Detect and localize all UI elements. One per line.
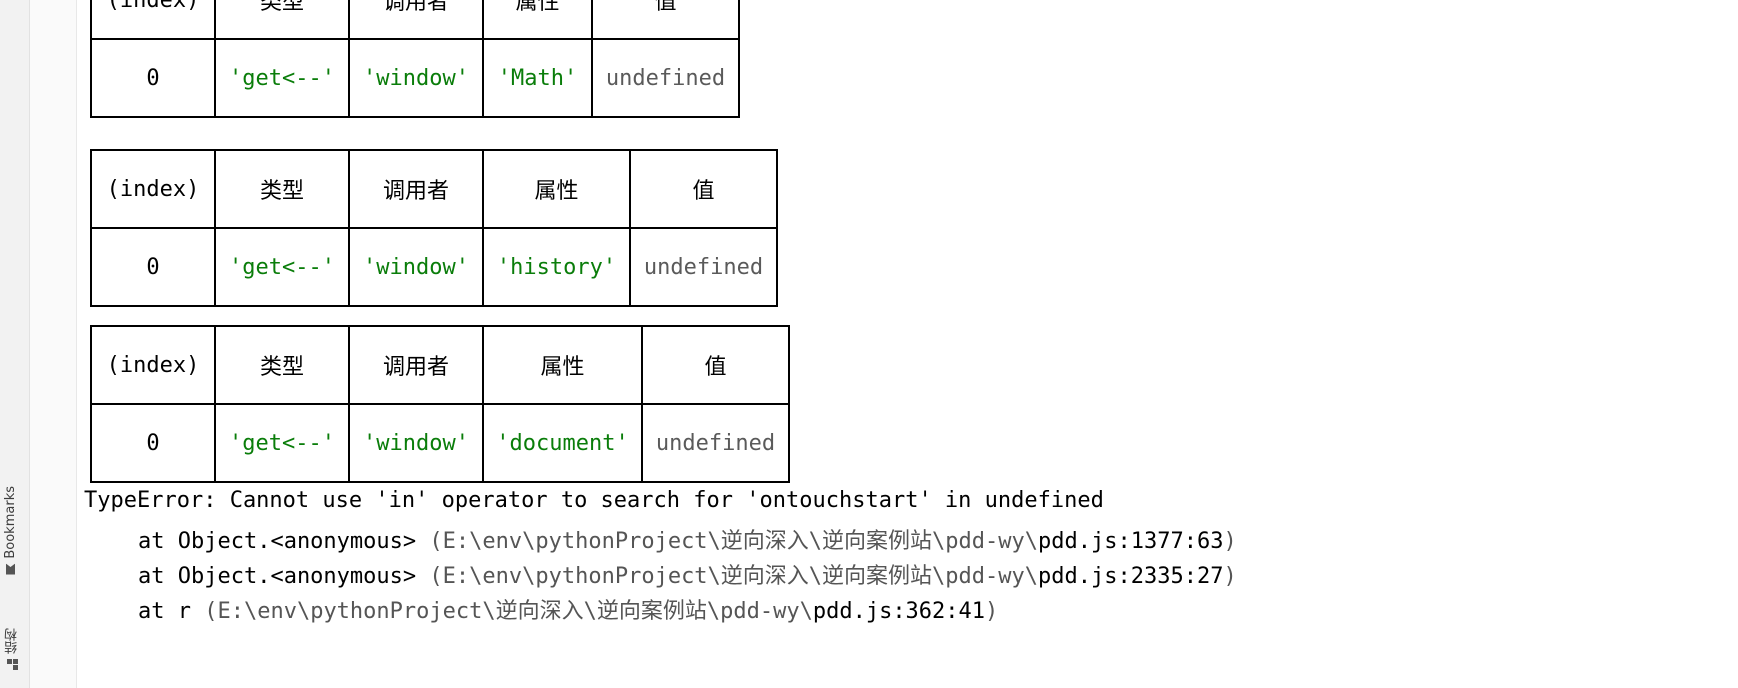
- stack-frame-path: (E:\env\pythonProject\逆向深入\逆向案例站\pdd-wy\: [429, 529, 1039, 554]
- console-table-2: (index) 类型 调用者 属性 值 0 'get<--' 'window' …: [90, 149, 778, 307]
- stack-frame-name: at r: [138, 599, 205, 624]
- table-row: 0 'get<--' 'window' 'Math' undefined: [90, 39, 740, 118]
- type-cell: 'get<--': [214, 404, 350, 483]
- structure-tab[interactable]: 结构: [3, 628, 22, 670]
- header-cell: (index): [90, 0, 216, 40]
- editor-gutter: [30, 0, 77, 688]
- value-cell: undefined: [641, 404, 790, 483]
- bookmark-icon: [6, 564, 15, 575]
- stack-trace-line: at Object.<anonymous> (E:\env\pythonProj…: [138, 523, 1237, 555]
- header-cell: 类型: [214, 0, 350, 40]
- stack-frame-close: ): [1223, 529, 1237, 554]
- stack-frame-close: ): [985, 599, 999, 624]
- bookmarks-tab[interactable]: Bookmarks: [3, 486, 18, 575]
- console-output: (index) 类型 调用者 属性 值 0 'get<--' 'window' …: [84, 0, 1724, 688]
- header-cell: 调用者: [348, 325, 484, 405]
- header-cell: 调用者: [348, 149, 484, 229]
- table-row: 0 'get<--' 'window' 'document' undefined: [90, 404, 790, 483]
- property-cell: 'Math': [482, 39, 593, 118]
- stack-frame-path: (E:\env\pythonProject\逆向深入\逆向案例站\pdd-wy\: [429, 564, 1039, 589]
- bookmarks-tab-label: Bookmarks: [3, 486, 18, 559]
- header-cell: 值: [591, 0, 740, 40]
- value-cell: undefined: [629, 228, 778, 307]
- index-cell: 0: [90, 39, 216, 118]
- header-cell: 类型: [214, 325, 350, 405]
- header-cell: 调用者: [348, 0, 484, 40]
- header-cell: 值: [629, 149, 778, 229]
- stack-frame-file-link[interactable]: pdd.js:2335:27: [1038, 564, 1223, 589]
- index-cell: 0: [90, 404, 216, 483]
- table-header-row: (index) 类型 调用者 属性 值: [90, 325, 790, 405]
- header-cell: 值: [641, 325, 790, 405]
- stack-frame-name: at Object.<anonymous>: [138, 564, 430, 589]
- header-cell: (index): [90, 149, 216, 229]
- stack-trace-line: at r (E:\env\pythonProject\逆向深入\逆向案例站\pd…: [138, 593, 998, 625]
- stack-frame-name: at Object.<anonymous>: [138, 529, 430, 554]
- error-message: TypeError: Cannot use 'in' operator to s…: [84, 488, 1104, 513]
- type-cell: 'get<--': [214, 39, 350, 118]
- index-cell: 0: [90, 228, 216, 307]
- structure-tab-label: 结构: [5, 628, 20, 654]
- type-cell: 'get<--': [214, 228, 350, 307]
- header-cell: 属性: [482, 325, 643, 405]
- stack-frame-file-link[interactable]: pdd.js:1377:63: [1038, 529, 1223, 554]
- table-row: 0 'get<--' 'window' 'history' undefined: [90, 228, 778, 307]
- header-cell: 属性: [482, 149, 631, 229]
- stack-frame-file-link[interactable]: pdd.js:362:41: [813, 599, 985, 624]
- stack-frame-close: ): [1223, 564, 1237, 589]
- stack-trace-line: at Object.<anonymous> (E:\env\pythonProj…: [138, 558, 1237, 590]
- header-cell: 类型: [214, 149, 350, 229]
- caller-cell: 'window': [348, 39, 484, 118]
- property-cell: 'document': [482, 404, 643, 483]
- console-table-1: (index) 类型 调用者 属性 值 0 'get<--' 'window' …: [90, 0, 740, 118]
- stack-frame-path: (E:\env\pythonProject\逆向深入\逆向案例站\pdd-wy\: [204, 599, 813, 624]
- table-header-row: (index) 类型 调用者 属性 值: [90, 149, 778, 229]
- value-cell: undefined: [591, 39, 740, 118]
- console-table-3: (index) 类型 调用者 属性 值 0 'get<--' 'window' …: [90, 325, 790, 483]
- structure-icon: [7, 659, 18, 670]
- caller-cell: 'window': [348, 228, 484, 307]
- header-cell: 属性: [482, 0, 593, 40]
- caller-cell: 'window': [348, 404, 484, 483]
- tool-window-strip: Bookmarks 结构: [0, 0, 30, 688]
- property-cell: 'history': [482, 228, 631, 307]
- header-cell: (index): [90, 325, 216, 405]
- table-header-row: (index) 类型 调用者 属性 值: [90, 0, 740, 40]
